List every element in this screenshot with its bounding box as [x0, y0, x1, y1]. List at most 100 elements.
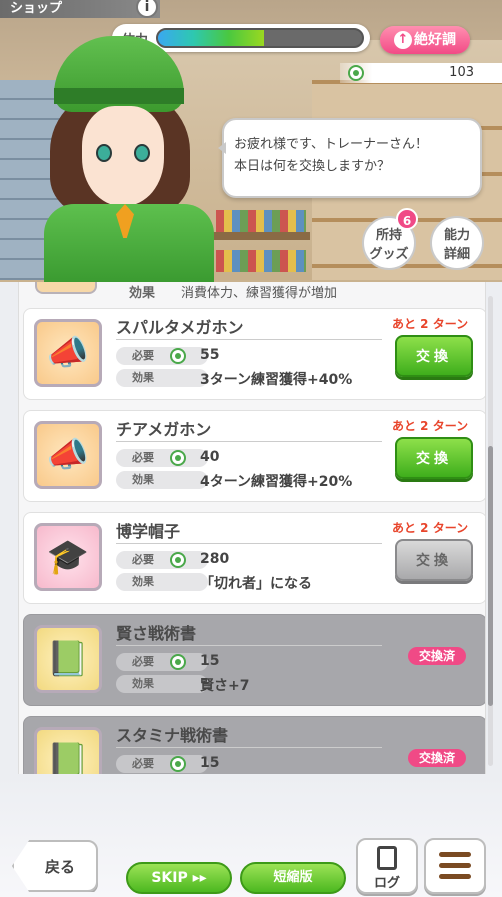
item-name: チアメガホン	[116, 420, 212, 439]
item-thumbnail: 📣	[34, 421, 102, 489]
coin-icon	[170, 654, 186, 670]
need-label: 必要	[132, 553, 154, 566]
owned-goods-badge: 6	[396, 208, 418, 230]
shop-scene: ショップ i 体力 ↑絶好調 103 お疲れ様です、トレーナーさん！ 本日は何を…	[0, 0, 502, 282]
item-cost: 55	[200, 347, 220, 363]
speech-line: お疲れ様です、トレーナーさん！	[234, 137, 428, 152]
item-effect: 4ターン練習獲得+20%	[200, 474, 353, 490]
ability-detail-label-1: 能力	[443, 228, 470, 243]
shelf-goods	[216, 210, 306, 232]
shop-item-list[interactable]: 効果 消費体力、練習獲得が増加 📣 スパルタメガホン 必要 55 効果 3ターン練…	[18, 282, 486, 774]
owned-goods-label-2: グッズ	[369, 247, 409, 262]
effect-label: 効果	[116, 573, 208, 591]
item-effect: 3ターン練習獲得+40%	[200, 372, 353, 388]
coin-count: 103	[449, 65, 474, 80]
effect-label: 効果	[116, 369, 208, 387]
item-effect: 「切れ者」になる	[200, 576, 312, 592]
list-scrollbar[interactable]	[488, 296, 493, 766]
exchange-button[interactable]: 交換	[395, 437, 473, 479]
list-item-partial: 効果 消費体力、練習獲得が増加	[19, 282, 485, 301]
item-name: 博学帽子	[116, 522, 181, 541]
log-icon	[377, 846, 397, 870]
item-thumbnail: 📗	[34, 727, 102, 774]
coin-counter: 103	[340, 63, 502, 83]
log-button[interactable]: ログ	[356, 838, 418, 894]
character-eye	[96, 144, 112, 162]
turns-remaining: あと 2 ターン	[392, 317, 469, 331]
arrow-up-icon: ↑	[394, 31, 412, 49]
item-thumbnail: 🎓	[34, 523, 102, 591]
turns-remaining: あと 2 ターン	[392, 419, 469, 433]
exchanged-badge: 交換済	[408, 647, 466, 665]
item-thumbnail: 📗	[34, 625, 102, 693]
exchanged-badge: 交換済	[408, 749, 466, 767]
shelf-board	[210, 232, 310, 240]
item-cost: 15	[200, 755, 220, 771]
mood-label: 絶好調	[414, 32, 456, 48]
effect-label: 効果	[116, 471, 208, 489]
need-label: 必要	[132, 655, 154, 668]
character-eye	[134, 144, 150, 162]
divider	[116, 339, 382, 340]
hamburger-bar	[439, 863, 471, 868]
character-portrait	[24, 36, 224, 282]
cost-label: 必要	[116, 347, 208, 365]
divider	[116, 543, 382, 544]
cost-label: 必要	[116, 449, 208, 467]
divider	[116, 441, 382, 442]
book-icon: 📗	[46, 741, 90, 774]
cost-label: 必要	[116, 551, 208, 569]
back-button[interactable]: 戻る	[12, 840, 98, 892]
list-item: 📗 賢さ戦術書 必要 15 効果 賢さ+7 交換済	[23, 614, 485, 706]
character-face	[82, 106, 164, 206]
divider	[116, 645, 382, 646]
skip-button[interactable]: SKIP ▸▸	[126, 862, 232, 894]
list-item: 🎓 博学帽子 必要 280 効果 「切れ者」になる あと 2 ターン 交換	[23, 512, 485, 604]
item-thumbnail: 📣	[34, 319, 102, 387]
item-effect: 賢さ+7	[200, 678, 250, 694]
coin-icon	[348, 65, 364, 81]
item-name: 賢さ戦術書	[116, 624, 197, 643]
coin-icon	[170, 348, 186, 364]
effect-label: 効果	[129, 286, 156, 301]
need-label: 必要	[132, 451, 154, 464]
item-cost: 280	[200, 551, 230, 567]
cost-label: 必要	[116, 653, 208, 671]
item-name: スパルタメガホン	[116, 318, 244, 337]
list-item: 📣 スパルタメガホン 必要 55 効果 3ターン練習獲得+40% あと 2 ター…	[23, 308, 485, 400]
cost-label: 必要	[116, 755, 208, 773]
short-version-button[interactable]: 短縮版	[240, 862, 346, 894]
log-label: ログ	[373, 876, 400, 891]
exchange-button[interactable]: 交換	[395, 335, 473, 377]
exchange-button[interactable]: 交換	[395, 539, 473, 581]
ability-detail-label-2: 詳細	[443, 247, 470, 262]
coin-icon	[170, 450, 186, 466]
list-item: 📣 チアメガホン 必要 40 効果 4ターン練習獲得+20% あと 2 ターン …	[23, 410, 485, 502]
item-name: スタミナ戦術書	[116, 726, 229, 745]
partial-item-effect-row: 効果 消費体力、練習獲得が増加	[111, 282, 337, 301]
divider	[116, 747, 382, 748]
effect-label: 効果	[116, 675, 208, 693]
ability-detail-button[interactable]: 能力 詳細	[430, 216, 484, 270]
scroll-thumb[interactable]	[488, 446, 493, 706]
graduation-cap-icon: 🎓	[46, 537, 90, 577]
item-cost: 40	[200, 449, 220, 465]
book-icon: 📗	[46, 639, 90, 679]
item-cost: 15	[200, 653, 220, 669]
megaphone-icon: 📣	[46, 333, 90, 373]
need-label: 必要	[132, 757, 154, 770]
list-item: 📗 スタミナ戦術書 必要 15 効果 交換済	[23, 716, 485, 774]
shelf-goods	[216, 250, 306, 272]
character-hat-band	[54, 88, 184, 104]
item-effect: 消費体力、練習獲得が増加	[181, 286, 338, 301]
menu-button[interactable]	[424, 838, 486, 894]
item-thumbnail	[35, 282, 97, 294]
speech-bubble: お疲れ様です、トレーナーさん！ 本日は何を交換しますか？	[218, 118, 482, 198]
hamburger-icon	[439, 852, 471, 857]
megaphone-icon: 📣	[46, 435, 90, 475]
need-label: 必要	[132, 349, 154, 362]
speech-line: 本日は何を交換しますか？	[234, 159, 391, 174]
hamburger-bar	[439, 874, 471, 879]
coin-icon	[170, 552, 186, 568]
coin-icon	[170, 756, 186, 772]
